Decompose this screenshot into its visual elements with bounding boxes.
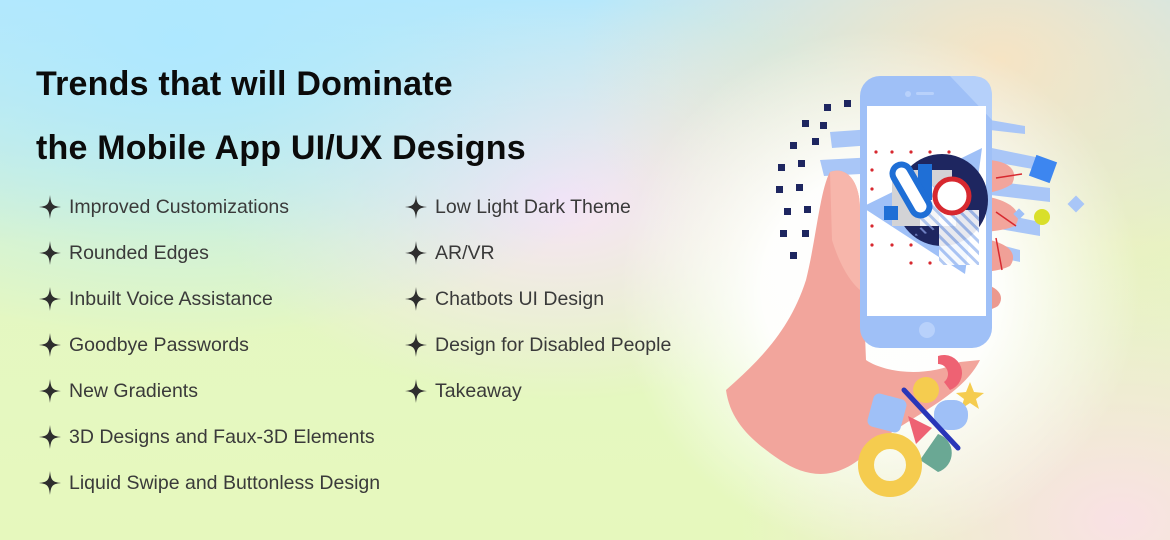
four-point-star-icon — [39, 333, 61, 357]
four-point-star-icon — [405, 195, 427, 219]
home-button — [919, 322, 935, 338]
trend-list-right: Low Light Dark Theme AR/VR Chatbots UI D… — [404, 184, 671, 414]
list-item: Liquid Swipe and Buttonless Design — [38, 460, 380, 506]
trend-label: Design for Disabled People — [435, 333, 672, 356]
list-item: Inbuilt Voice Assistance — [38, 276, 380, 322]
list-item: Rounded Edges — [38, 230, 380, 276]
trend-label: Rounded Edges — [69, 241, 209, 264]
trend-label: New Gradients — [69, 379, 198, 402]
four-point-star-icon — [405, 287, 427, 311]
list-item: Goodbye Passwords — [38, 322, 380, 368]
list-item: Chatbots UI Design — [404, 276, 671, 322]
trend-label: Takeaway — [435, 379, 522, 402]
trend-label: Liquid Swipe and Buttonless Design — [69, 471, 381, 494]
trend-label: Chatbots UI Design — [435, 287, 605, 310]
yellow-dot-decoration — [1034, 209, 1050, 225]
list-item: Design for Disabled People — [404, 322, 671, 368]
list-item: 3D Designs and Faux-3D Elements — [38, 414, 380, 460]
list-item: Takeaway — [404, 368, 671, 414]
trend-list-left: Improved Customizations Rounded Edges In… — [38, 184, 380, 506]
hand-phone-illustration — [726, 76, 1085, 497]
trend-label: AR/VR — [435, 241, 495, 264]
title-line-2: the Mobile App UI/UX Designs — [36, 129, 526, 167]
trend-label: Improved Customizations — [69, 195, 290, 218]
list-item: New Gradients — [38, 368, 380, 414]
four-point-star-icon — [405, 379, 427, 403]
four-point-star-icon — [39, 195, 61, 219]
four-point-star-icon — [39, 425, 61, 449]
list-item: Low Light Dark Theme — [404, 184, 671, 230]
four-point-star-icon — [39, 287, 61, 311]
speaker-grille — [916, 92, 934, 95]
trend-label: Low Light Dark Theme — [435, 195, 631, 218]
four-point-star-icon — [405, 241, 427, 265]
four-point-star-icon — [39, 241, 61, 265]
four-point-star-icon — [405, 333, 427, 357]
four-point-star-icon — [39, 471, 61, 495]
page-title: Trends that will Dominate the Mobile App… — [36, 52, 526, 180]
trend-label: Goodbye Passwords — [69, 333, 249, 356]
trend-label: 3D Designs and Faux-3D Elements — [69, 425, 375, 448]
list-item: Improved Customizations — [38, 184, 380, 230]
front-camera-icon — [905, 91, 911, 97]
trend-label: Inbuilt Voice Assistance — [69, 287, 273, 310]
list-item: AR/VR — [404, 230, 671, 276]
title-line-1: Trends that will Dominate — [36, 65, 453, 103]
diamond-decoration — [1067, 195, 1085, 213]
four-point-star-icon — [39, 379, 61, 403]
